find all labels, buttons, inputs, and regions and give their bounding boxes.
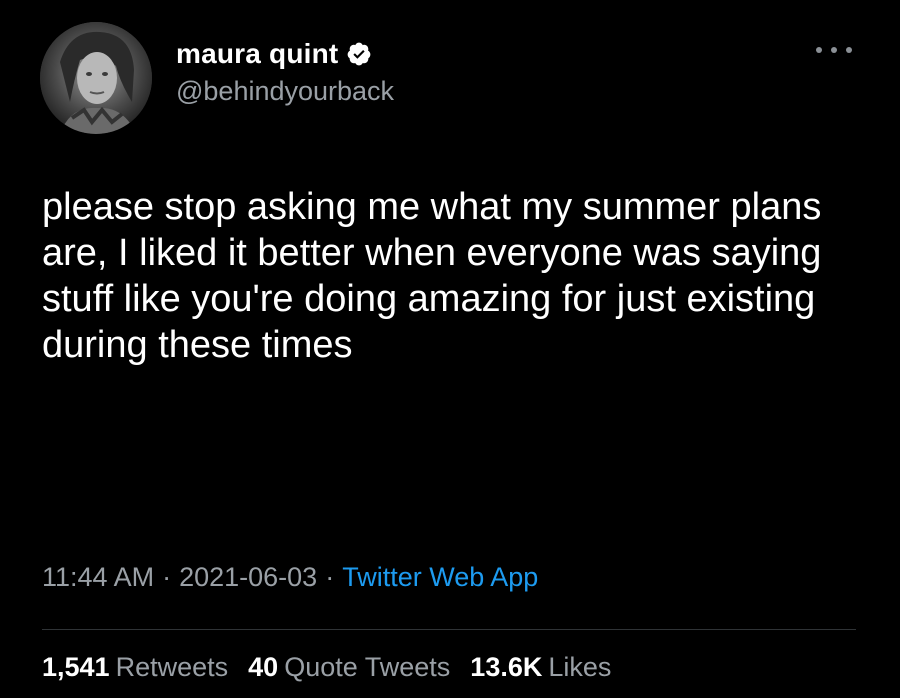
tweet-date[interactable]: 2021-06-03	[179, 562, 317, 592]
tweet-stats: 1,541 Retweets 40 Quote Tweets 13.6K Likes	[42, 652, 611, 683]
retweets-stat[interactable]: 1,541 Retweets	[42, 652, 228, 683]
more-options-icon[interactable]	[816, 40, 852, 60]
retweets-count: 1,541	[42, 652, 110, 682]
author-name-row[interactable]: maura quint	[176, 38, 372, 70]
quote-tweets-count: 40	[248, 652, 279, 682]
tweet-meta: 11:44 AM · 2021-06-03 · Twitter Web App	[42, 562, 538, 593]
likes-count: 13.6K	[470, 652, 543, 682]
likes-label: Likes	[548, 652, 612, 682]
avatar[interactable]	[40, 22, 152, 134]
likes-stat[interactable]: 13.6K Likes	[470, 652, 611, 683]
verified-badge-icon	[346, 41, 372, 67]
author-handle[interactable]: @behindyourback	[176, 76, 394, 107]
tweet-card: maura quint @behindyourback please stop …	[0, 0, 900, 698]
meta-separator: ·	[325, 562, 335, 592]
tweet-text: please stop asking me what my summer pla…	[42, 186, 822, 366]
quote-tweets-stat[interactable]: 40 Quote Tweets	[248, 652, 450, 683]
meta-separator: ·	[162, 562, 172, 592]
tweet-source-link[interactable]: Twitter Web App	[342, 562, 538, 592]
divider	[42, 629, 856, 630]
quote-tweets-label: Quote Tweets	[284, 652, 451, 682]
tweet-time[interactable]: 11:44 AM	[42, 562, 154, 592]
retweets-label: Retweets	[115, 652, 229, 682]
display-name[interactable]: maura quint	[176, 38, 338, 70]
